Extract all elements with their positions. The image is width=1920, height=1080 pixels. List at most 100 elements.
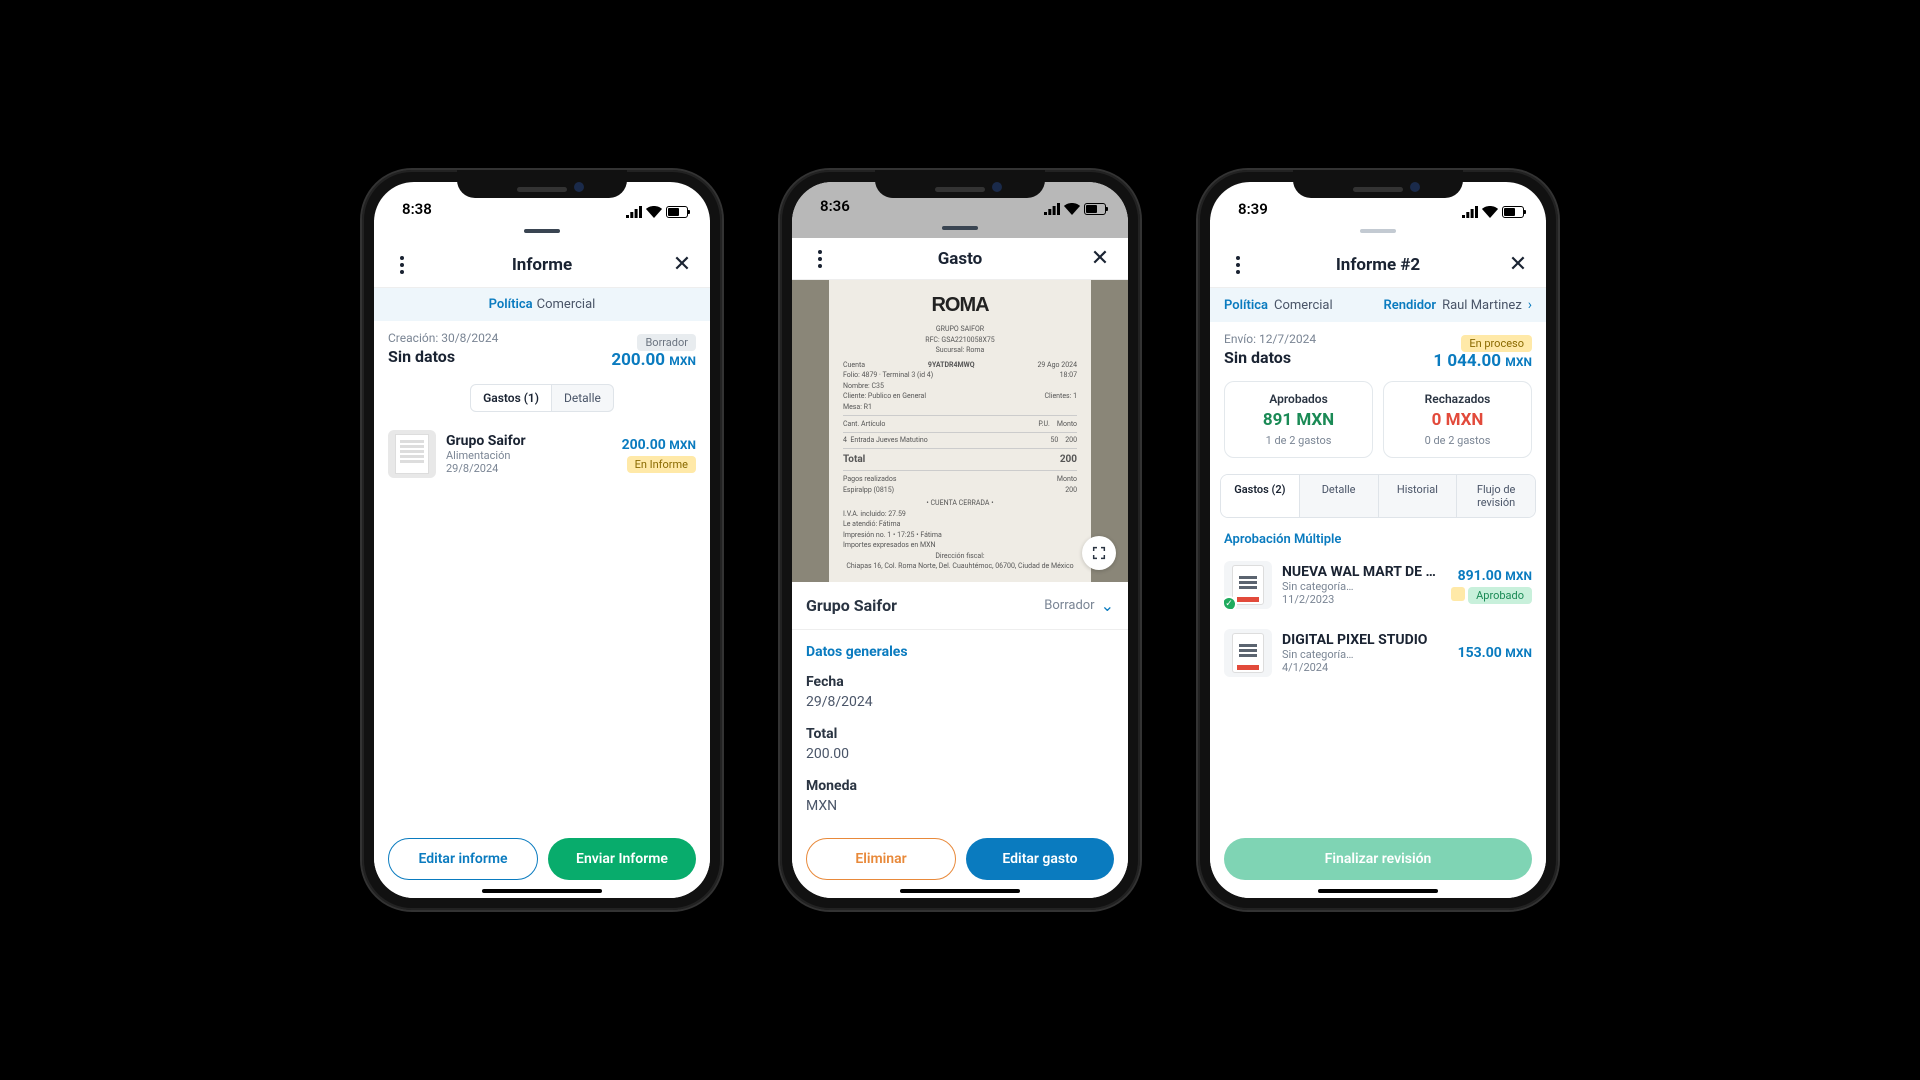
stats-row: Aprobados 891 MXN 1 de 2 gastos Rechazad… bbox=[1210, 377, 1546, 468]
more-vertical-icon bbox=[818, 250, 822, 268]
finalize-review-button[interactable]: Finalizar revisión bbox=[1224, 838, 1532, 880]
field-total: Total 200.00 bbox=[792, 720, 960, 772]
sheet-handle[interactable] bbox=[1210, 220, 1546, 242]
expense-amount: 153.00 MXN bbox=[1458, 645, 1532, 661]
expense-name: DIGITAL PIXEL STUDIO bbox=[1282, 632, 1448, 648]
receipt-content: ROMA GRUPO SAIFOR RFC: GSA2210058X75 Suc… bbox=[829, 280, 1091, 582]
modal-title: Gasto bbox=[938, 249, 983, 269]
edit-expense-button[interactable]: Editar gasto bbox=[966, 838, 1114, 880]
chevron-right-icon: › bbox=[1528, 297, 1532, 313]
wifi-icon bbox=[1064, 203, 1080, 215]
policy-value: Comercial bbox=[1274, 298, 1333, 313]
status-value: Borrador bbox=[1044, 598, 1094, 613]
chevron-down-icon: ⌄ bbox=[1101, 596, 1114, 615]
policy-link[interactable]: Política Comercial bbox=[1224, 297, 1333, 313]
fullscreen-icon bbox=[1091, 545, 1107, 561]
expense-item[interactable]: Grupo Saifor Alimentación 29/8/2024 200.… bbox=[374, 420, 710, 488]
check-icon: ✓ bbox=[1224, 596, 1237, 609]
close-button[interactable]: ✕ bbox=[668, 251, 696, 279]
policy-bar[interactable]: Política Comercial bbox=[374, 288, 710, 321]
report-summary: Envío: 12/7/2024 Sin datos En proceso 1 … bbox=[1210, 322, 1546, 377]
expense-date: 11/2/2023 bbox=[1282, 593, 1441, 606]
report-summary: Creación: 30/8/2024 Sin datos Borrador 2… bbox=[374, 321, 710, 376]
tab-historial[interactable]: Historial bbox=[1378, 475, 1457, 517]
expense-category: Sin categoría… bbox=[1282, 580, 1441, 593]
stat-approved: Aprobados 891 MXN 1 de 2 gastos bbox=[1224, 381, 1373, 458]
sheet-handle[interactable] bbox=[374, 220, 710, 242]
renderer-value: Raul Martinez bbox=[1442, 298, 1522, 313]
fullscreen-button[interactable] bbox=[1082, 536, 1116, 570]
field-value: MXN bbox=[806, 798, 946, 814]
expense-badge: En Informe bbox=[627, 456, 696, 473]
document-icon bbox=[1232, 633, 1264, 673]
section-general-data: Datos generales bbox=[792, 630, 1128, 668]
field-label: Moneda bbox=[806, 778, 946, 794]
tab-group: Gastos (1) Detalle bbox=[374, 376, 710, 420]
field-label: Total bbox=[806, 726, 946, 742]
sheet-handle[interactable] bbox=[792, 217, 1128, 237]
renderer-label: Rendidor bbox=[1383, 298, 1436, 313]
document-icon bbox=[1232, 565, 1264, 605]
creation-date: 30/8/2024 bbox=[441, 331, 498, 345]
action-bar: Eliminar Editar gasto bbox=[792, 824, 1128, 898]
receipt-image[interactable]: ROMA GRUPO SAIFOR RFC: GSA2210058X75 Suc… bbox=[792, 280, 1128, 582]
expense-item[interactable]: ✓ NUEVA WAL MART DE … Sin categoría… 11/… bbox=[1210, 551, 1546, 619]
renderer-link[interactable]: Rendidor Raul Martinez › bbox=[1383, 297, 1532, 313]
expense-date: 4/1/2024 bbox=[1282, 661, 1448, 674]
close-button[interactable]: ✕ bbox=[1086, 245, 1114, 273]
phone-2-frame: 8:36 Gasto ✕ ROMA GRUPO SAIFOR RFC: GSA2… bbox=[780, 170, 1140, 910]
meta-bar: Política Comercial Rendidor Raul Martine… bbox=[1210, 288, 1546, 322]
field-value: 29/8/2024 bbox=[806, 694, 1114, 710]
receipt-mini-icon bbox=[1451, 587, 1465, 601]
action-bar: Editar informe Enviar Informe bbox=[374, 824, 710, 898]
expense-name: Grupo Saifor bbox=[446, 433, 612, 449]
delete-button[interactable]: Eliminar bbox=[806, 838, 956, 880]
expense-item[interactable]: DIGITAL PIXEL STUDIO Sin categoría… 4/1/… bbox=[1210, 619, 1546, 687]
more-button[interactable] bbox=[1224, 251, 1252, 279]
home-indicator[interactable] bbox=[1318, 889, 1438, 893]
receipt-logo: ROMA bbox=[843, 290, 1077, 320]
tab-gastos[interactable]: Gastos (2) bbox=[1221, 475, 1299, 517]
policy-value: Comercial bbox=[537, 297, 596, 312]
expense-category: Alimentación bbox=[446, 449, 612, 462]
creation-label: Creación: bbox=[388, 331, 438, 345]
send-report-button[interactable]: Enviar Informe bbox=[548, 838, 696, 880]
action-bar: Finalizar revisión bbox=[1210, 824, 1546, 898]
more-button[interactable] bbox=[388, 251, 416, 279]
status-selector[interactable]: Borrador ⌄ bbox=[1044, 596, 1114, 615]
signal-icon bbox=[1462, 206, 1478, 218]
expense-thumbnail bbox=[1224, 629, 1272, 677]
tab-detalle[interactable]: Detalle bbox=[1299, 475, 1378, 517]
phone-1-frame: 8:38 Informe ✕ Política Comercial Creaci… bbox=[362, 170, 722, 910]
expense-category: Sin categoría… bbox=[1282, 648, 1448, 661]
phone-3-frame: 8:39 Informe #2 ✕ Política Comercial Ren… bbox=[1198, 170, 1558, 910]
close-button[interactable]: ✕ bbox=[1504, 251, 1532, 279]
home-indicator[interactable] bbox=[900, 889, 1020, 893]
stat-approved-value: 891 MXN bbox=[1231, 410, 1366, 430]
signal-icon bbox=[1044, 203, 1060, 215]
wifi-icon bbox=[1482, 206, 1498, 218]
tab-flujo[interactable]: Flujo de revisión bbox=[1456, 475, 1535, 517]
edit-report-button[interactable]: Editar informe bbox=[388, 838, 538, 880]
more-button[interactable] bbox=[806, 245, 834, 273]
field-label: Fecha bbox=[806, 674, 1114, 690]
bulk-approve-link[interactable]: Aprobación Múltiple bbox=[1210, 524, 1546, 551]
signal-icon bbox=[626, 206, 642, 218]
status-badge: Borrador bbox=[637, 334, 696, 351]
tab-detalle[interactable]: Detalle bbox=[552, 384, 614, 412]
modal-header: Gasto ✕ bbox=[792, 238, 1128, 281]
send-label: Envío: bbox=[1224, 332, 1256, 346]
tab-group: Gastos (2) Detalle Historial Flujo de re… bbox=[1220, 474, 1536, 518]
report-amount: 1 044.00 MXN bbox=[1433, 351, 1532, 371]
stat-rejected-label: Rechazados bbox=[1390, 392, 1525, 406]
modal-title: Informe bbox=[512, 255, 572, 275]
policy-label: Política bbox=[1224, 298, 1268, 313]
policy-label: Política bbox=[489, 297, 533, 312]
report-subtitle: Sin datos bbox=[1224, 348, 1316, 367]
more-vertical-icon bbox=[400, 256, 404, 274]
expense-name: NUEVA WAL MART DE … bbox=[1282, 564, 1441, 580]
tab-gastos[interactable]: Gastos (1) bbox=[470, 384, 552, 412]
status-badge: En proceso bbox=[1461, 335, 1532, 352]
clock: 8:36 bbox=[820, 197, 850, 215]
home-indicator[interactable] bbox=[482, 889, 602, 893]
